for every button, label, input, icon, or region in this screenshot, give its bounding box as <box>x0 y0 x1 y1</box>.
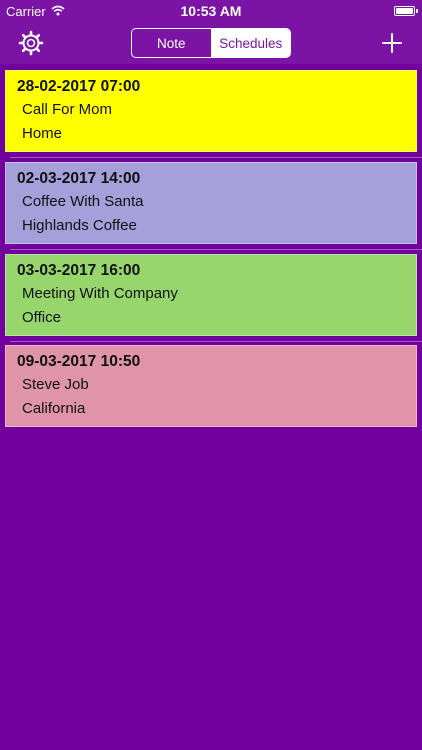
schedule-card[interactable]: 03-03-2017 16:00 Meeting With Company Of… <box>5 254 417 336</box>
schedule-date: 28-02-2017 07:00 <box>17 78 141 95</box>
schedule-location: California <box>22 400 86 417</box>
schedule-date: 09-03-2017 10:50 <box>17 353 141 370</box>
schedule-title: Call For Mom <box>22 101 113 118</box>
note-schedules-segmented-control: Note Schedules <box>131 28 291 58</box>
battery-tip <box>416 9 418 13</box>
schedule-date: 03-03-2017 16:00 <box>17 262 141 279</box>
schedule-card[interactable]: 28-02-2017 07:00 Call For Mom Home <box>5 70 417 152</box>
schedule-location: Highlands Coffee <box>22 217 137 234</box>
row-separator <box>10 249 422 250</box>
schedule-location: Office <box>22 309 61 326</box>
status-time: 10:53 AM <box>180 3 242 19</box>
navigation-bar: Note Schedules <box>0 22 422 64</box>
schedule-title: Meeting With Company <box>22 285 178 302</box>
battery-icon <box>394 6 415 16</box>
battery-fill <box>396 8 413 14</box>
schedule-title: Coffee With Santa <box>22 193 144 210</box>
plus-icon[interactable] <box>380 31 404 55</box>
schedule-title: Steve Job <box>22 376 89 393</box>
schedule-card[interactable]: 09-03-2017 10:50 Steve Job California <box>5 345 417 427</box>
schedule-card[interactable]: 02-03-2017 14:00 Coffee With Santa Highl… <box>5 162 417 244</box>
gear-icon[interactable] <box>18 30 44 56</box>
row-separator <box>10 341 422 342</box>
schedule-date: 02-03-2017 14:00 <box>17 170 141 187</box>
schedule-location: Home <box>22 125 63 142</box>
status-bar: Carrier 10:53 AM <box>0 0 422 22</box>
tab-note[interactable]: Note <box>132 29 212 57</box>
row-separator <box>10 157 422 158</box>
tab-schedules[interactable]: Schedules <box>211 29 290 57</box>
